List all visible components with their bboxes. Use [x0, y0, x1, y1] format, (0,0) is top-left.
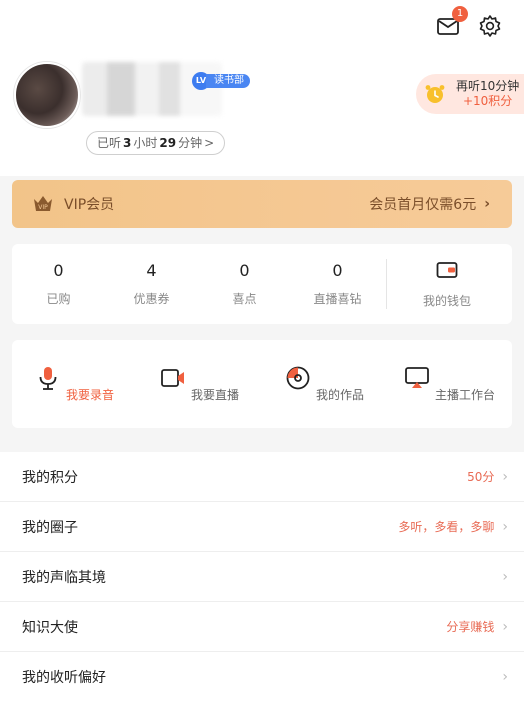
menu-item-label: 我的声临其境: [22, 569, 106, 586]
vip-crown-text: VIP: [38, 204, 48, 211]
menu-item-label: 我的圈子: [22, 519, 78, 536]
stat-value: 0: [239, 261, 250, 280]
chevron-right-icon: ›: [502, 518, 508, 535]
listening-time-pill[interactable]: 已听 3 小时 29 分钟 >: [86, 131, 226, 155]
creator-tools-card: 我要录音 我要直播 我的作品 主播工作台: [12, 340, 512, 428]
go-live-button[interactable]: 我要直播: [137, 365, 262, 403]
stat-label: 直播喜钻: [313, 292, 362, 306]
stat-label: 喜点: [232, 292, 257, 306]
chevron-right-icon: ›: [502, 618, 508, 635]
anchor-workbench-button[interactable]: 主播工作台: [387, 365, 512, 403]
record-button[interactable]: 我要录音: [12, 365, 137, 403]
my-works-button[interactable]: 我的作品: [262, 365, 387, 403]
listened-prefix: 已听: [97, 136, 122, 150]
stat-label: 已购: [46, 292, 71, 306]
vip-label: VIP会员: [64, 197, 115, 213]
vip-promo-text: 会员首月仅需6元: [369, 197, 477, 213]
listened-hours: 3: [123, 136, 132, 150]
stat-value: 0: [53, 261, 64, 280]
menu-item-points[interactable]: 我的积分 50分 ›: [0, 452, 524, 502]
notification-badge: 1: [452, 6, 468, 22]
profile-header: 1 LV 读书部 已听 3 小时 29 分钟 > 再听10分钟 +10积分: [0, 0, 524, 176]
menu-item-circle[interactable]: 我的圈子 多听，多看，多聊 ›: [0, 502, 524, 552]
listened-hours-unit: 小时: [133, 136, 158, 150]
menu-item-immersive[interactable]: 我的声临其境 ›: [0, 552, 524, 602]
chevron-right-icon: ›: [502, 668, 508, 685]
club-tag: 读书部: [206, 74, 250, 88]
menu-item-label: 我的积分: [22, 469, 78, 486]
vip-crown-icon: VIP: [34, 196, 52, 211]
menu-item-value: 多听，多看，多聊: [398, 520, 495, 534]
task-reward: +10积分: [462, 94, 513, 108]
vip-banner[interactable]: VIP VIP会员 会员首月仅需6元 ›: [12, 180, 512, 228]
assets-card: 0 已购 4 优惠券 0 喜点 0 直播喜钻 我的钱包: [12, 244, 512, 324]
task-text: 再听10分钟 +10积分: [456, 79, 519, 109]
messages-button[interactable]: 1: [434, 6, 468, 40]
wallet-button[interactable]: 我的钱包: [387, 260, 507, 309]
wallet-label: 我的钱包: [422, 293, 471, 308]
listened-minutes: 29: [159, 136, 177, 150]
tool-label: 我要直播: [191, 388, 240, 402]
chevron-right-icon: >: [204, 136, 215, 150]
microphone-icon: [39, 367, 57, 390]
stat-value: 0: [332, 261, 343, 280]
video-camera-icon: [161, 369, 184, 387]
menu-item-value: 分享赚钱: [446, 620, 495, 634]
listening-task-button[interactable]: 再听10分钟 +10积分: [416, 74, 524, 114]
level-badge[interactable]: LV 读书部: [192, 72, 250, 90]
stat-live-diamonds[interactable]: 0 直播喜钻: [291, 261, 384, 307]
alarm-clock-icon: [424, 83, 446, 105]
task-title: 再听10分钟: [456, 79, 520, 93]
wallet-icon: [436, 261, 458, 278]
menu-item-label: 我的收听偏好: [22, 669, 106, 686]
listened-minutes-unit: 分钟: [178, 136, 203, 150]
settings-button[interactable]: [476, 12, 504, 40]
menu-item-label: 知识大使: [22, 619, 78, 636]
stat-xidian[interactable]: 0 喜点: [198, 261, 291, 307]
top-actions: 1: [434, 6, 504, 40]
chevron-right-icon: ›: [484, 196, 490, 212]
tool-label: 我要录音: [66, 388, 115, 402]
disc-icon: [286, 366, 310, 390]
stat-value: 4: [146, 261, 157, 280]
gear-icon: [479, 15, 501, 37]
menu-item-listening-preference[interactable]: 我的收听偏好 ›: [0, 652, 524, 701]
menu-list: 我的积分 50分 › 我的圈子 多听，多看，多聊 › 我的声临其境 › 知识大使…: [0, 452, 524, 701]
stat-label: 优惠券: [133, 292, 170, 306]
tool-label: 主播工作台: [435, 388, 496, 402]
menu-item-value: 50分: [467, 470, 495, 484]
stat-purchased[interactable]: 0 已购: [12, 261, 105, 307]
menu-item-ambassador[interactable]: 知识大使 分享赚钱 ›: [0, 602, 524, 652]
chevron-right-icon: ›: [502, 468, 508, 485]
stat-coupons[interactable]: 4 优惠券: [105, 261, 198, 307]
tool-label: 我的作品: [316, 388, 365, 402]
avatar[interactable]: [14, 62, 80, 128]
monitor-icon: [405, 367, 429, 388]
chevron-right-icon: ›: [502, 568, 508, 585]
